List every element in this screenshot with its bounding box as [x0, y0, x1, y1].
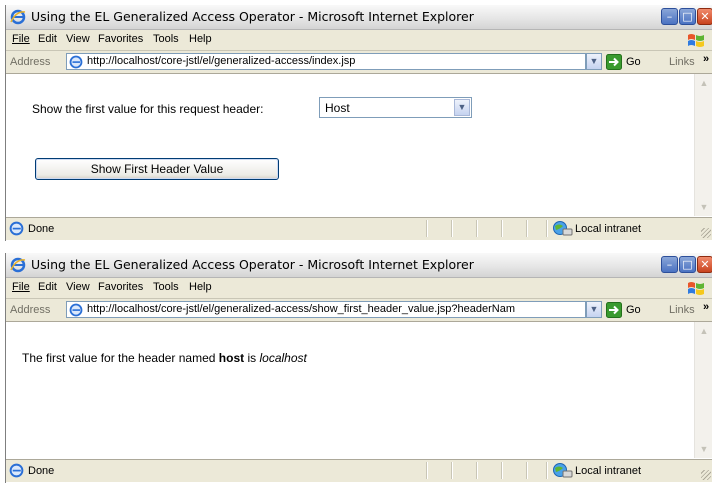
menu-view[interactable]: View [66, 281, 90, 293]
vertical-scrollbar[interactable]: ▲ ▼ [694, 322, 712, 458]
maximize-button[interactable]: □ [679, 256, 696, 273]
browser-window-form: Using the EL Generalized Access Operator… [5, 5, 712, 241]
status-divider [451, 462, 453, 479]
zone-text: Local intranet [575, 223, 642, 235]
header-select[interactable]: Host ▼ [319, 97, 472, 118]
address-bar: Address http://localhost/core-jstl/el/ge… [6, 299, 712, 322]
links-chevron[interactable]: » [703, 301, 709, 313]
resize-grip[interactable] [701, 470, 711, 480]
menu-tools[interactable]: Tools [153, 33, 179, 45]
menu-help[interactable]: Help [189, 281, 212, 293]
scroll-down-icon[interactable]: ▼ [699, 202, 709, 212]
address-dropdown-button[interactable]: ▼ [586, 301, 602, 318]
header-select-value: Host [325, 101, 350, 115]
window-title: Using the EL Generalized Access Operator… [31, 257, 474, 272]
local-intranet-icon [553, 221, 573, 236]
windows-flag-icon [688, 282, 704, 295]
address-label: Address [10, 304, 51, 316]
status-divider [501, 220, 503, 237]
menu-bar: File Edit View Favorites Tools Help [6, 30, 712, 51]
menu-help[interactable]: Help [189, 33, 212, 45]
show-first-header-value-button[interactable]: Show First Header Value [35, 158, 279, 180]
title-bar[interactable]: Using the EL Generalized Access Operator… [6, 5, 712, 30]
status-divider [476, 220, 478, 237]
menu-edit[interactable]: Edit [38, 33, 57, 45]
status-text: Done [28, 223, 55, 235]
result-message: The first value for the header named hos… [22, 351, 307, 365]
resize-grip[interactable] [701, 228, 711, 238]
scroll-up-icon[interactable]: ▲ [699, 78, 709, 88]
go-arrow-icon[interactable] [606, 54, 622, 70]
address-input[interactable]: http://localhost/core-jstl/el/generalize… [66, 301, 586, 318]
menu-bar: File Edit View Favorites Tools Help [6, 278, 712, 299]
status-divider [526, 462, 528, 479]
page-icon [69, 303, 83, 317]
status-divider [546, 220, 548, 237]
status-text: Done [28, 465, 55, 477]
page-icon [9, 463, 24, 478]
result-header-name: host [218, 351, 245, 365]
result-mid: is [247, 351, 257, 365]
browser-window-result: Using the EL Generalized Access Operator… [5, 253, 712, 483]
maximize-button[interactable]: □ [679, 8, 696, 25]
status-divider [546, 462, 548, 479]
minimize-button[interactable]: – [661, 256, 678, 273]
page-content: Show the first value for this request he… [6, 74, 694, 216]
go-button[interactable]: Go [626, 56, 641, 68]
status-divider [451, 220, 453, 237]
status-bar: Done Local intranet [6, 459, 712, 482]
address-url: http://localhost/core-jstl/el/generalize… [87, 55, 356, 67]
close-button[interactable]: ✕ [697, 256, 712, 273]
page-content: The first value for the header named hos… [6, 322, 694, 458]
result-prefix: The first value for the header named [22, 351, 216, 365]
status-bar: Done Local intranet [6, 217, 712, 240]
menu-tools[interactable]: Tools [153, 281, 179, 293]
zone-text: Local intranet [575, 465, 642, 477]
address-input[interactable]: http://localhost/core-jstl/el/generalize… [66, 53, 586, 70]
address-bar: Address http://localhost/core-jstl/el/ge… [6, 51, 712, 74]
ie-logo-icon [10, 257, 26, 273]
menu-view[interactable]: View [66, 33, 90, 45]
window-title: Using the EL Generalized Access Operator… [31, 9, 474, 24]
address-dropdown-button[interactable]: ▼ [586, 53, 602, 70]
menu-file[interactable]: File [12, 33, 30, 45]
menu-favorites[interactable]: Favorites [98, 281, 143, 293]
go-button[interactable]: Go [626, 304, 641, 316]
address-label: Address [10, 56, 51, 68]
scroll-up-icon[interactable]: ▲ [699, 326, 709, 336]
links-button[interactable]: Links [669, 304, 695, 316]
local-intranet-icon [553, 463, 573, 478]
chevron-down-icon[interactable]: ▼ [454, 99, 470, 116]
menu-favorites[interactable]: Favorites [98, 33, 143, 45]
menu-edit[interactable]: Edit [38, 281, 57, 293]
status-divider [426, 220, 428, 237]
status-divider [476, 462, 478, 479]
header-select-label: Show the first value for this request he… [32, 102, 264, 116]
links-chevron[interactable]: » [703, 53, 709, 65]
page-icon [69, 55, 83, 69]
go-arrow-icon[interactable] [606, 302, 622, 318]
status-divider [501, 462, 503, 479]
scroll-down-icon[interactable]: ▼ [699, 444, 709, 454]
title-bar[interactable]: Using the EL Generalized Access Operator… [6, 253, 712, 278]
address-url: http://localhost/core-jstl/el/generalize… [87, 303, 516, 315]
menu-file[interactable]: File [12, 281, 30, 293]
ie-logo-icon [10, 9, 26, 25]
result-header-value: localhost [259, 351, 307, 365]
status-divider [426, 462, 428, 479]
status-divider [526, 220, 528, 237]
links-button[interactable]: Links [669, 56, 695, 68]
page-icon [9, 221, 24, 236]
vertical-scrollbar[interactable]: ▲ ▼ [694, 74, 712, 216]
minimize-button[interactable]: – [661, 8, 678, 25]
windows-flag-icon [688, 34, 704, 47]
close-button[interactable]: ✕ [697, 8, 712, 25]
